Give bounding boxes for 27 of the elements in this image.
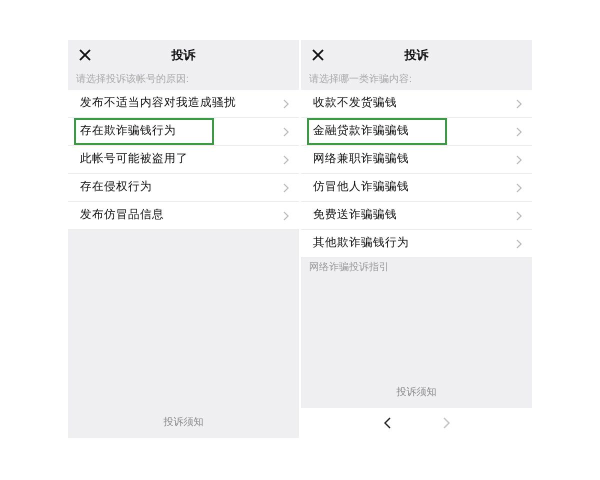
list-item[interactable]: 其他欺诈骗钱行为 <box>301 230 532 258</box>
list-item[interactable]: 免费送诈骗骗钱 <box>301 202 532 230</box>
screen-title: 投诉 <box>172 47 196 64</box>
close-icon[interactable] <box>311 48 325 62</box>
back-icon[interactable] <box>382 417 392 429</box>
list-item[interactable]: 发布不适当内容对我造成骚扰 <box>68 90 299 118</box>
chevron-icon <box>283 98 289 108</box>
list-item[interactable]: 发布仿冒品信息 <box>68 202 299 230</box>
chevron-icon <box>516 182 522 192</box>
chevron-icon <box>516 210 522 220</box>
list-item[interactable]: 存在侵权行为 <box>68 174 299 202</box>
chevron-icon <box>283 210 289 220</box>
list-item[interactable]: 网络兼职诈骗骗钱 <box>301 146 532 174</box>
chevron-icon <box>516 98 522 108</box>
chevron-icon <box>516 126 522 136</box>
chevron-icon <box>283 182 289 192</box>
chevron-icon <box>283 154 289 164</box>
list-item[interactable]: 收款不发货骗钱 <box>301 90 532 118</box>
list-item[interactable]: 仿冒他人诈骗骗钱 <box>301 174 532 202</box>
screen-title: 投诉 <box>404 47 428 64</box>
prompt-text: 请选择哪一类诈骗内容: <box>308 72 413 87</box>
chevron-icon <box>516 238 522 248</box>
close-icon[interactable] <box>78 48 92 62</box>
list-item[interactable]: 此帐号可能被盗用了 <box>68 146 299 174</box>
chevron-icon <box>516 154 522 164</box>
prompt-text: 请选择投诉该帐号的原因: <box>75 72 190 87</box>
chevron-icon <box>283 126 289 136</box>
